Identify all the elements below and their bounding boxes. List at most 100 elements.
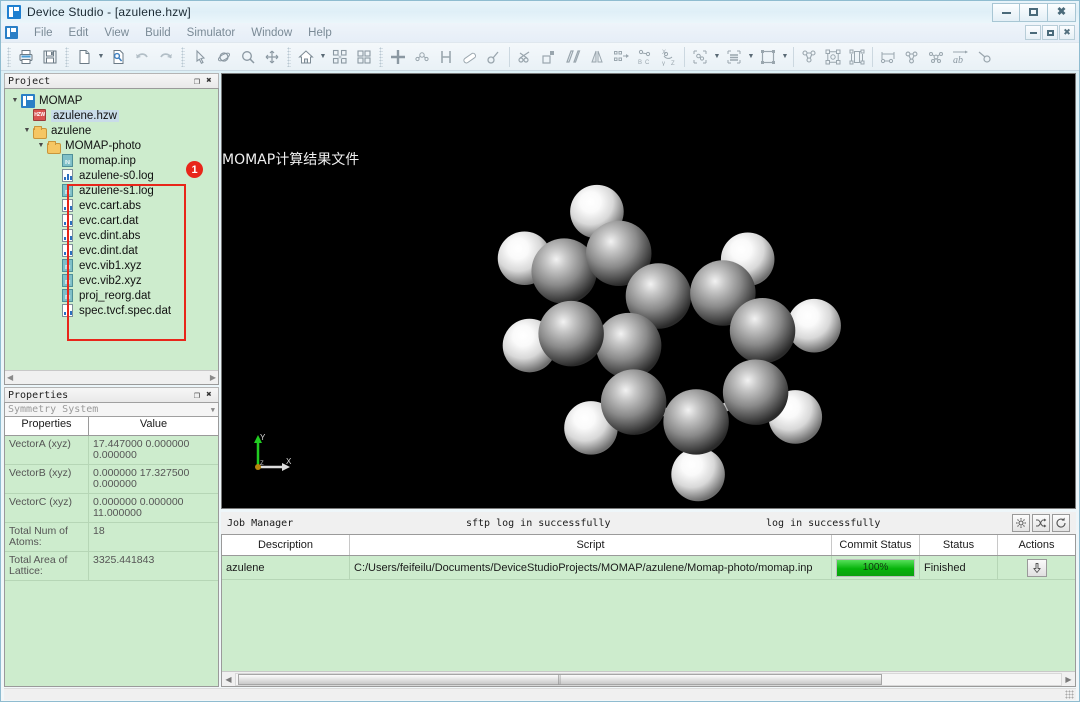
menu-item-edit[interactable]: Edit [61,25,97,41]
tree-item-proj-reorg-dat[interactable]: INI proj_reorg.dat [9,288,218,303]
scroll-right-arrow-icon[interactable]: ▶ [1062,675,1075,684]
scroll-left-arrow-icon[interactable]: ◀ [222,675,235,684]
table-row[interactable]: VectorA (xyz) 17.447000 0.000000 0.00000… [5,436,218,465]
symmetry-system-select[interactable]: Symmetry System ▼ [4,402,219,417]
hscrollbar-track[interactable]: ║ [235,673,1062,686]
shuffle-icon[interactable] [1032,514,1050,532]
float-panel-icon[interactable]: ❐ [191,75,203,87]
bond-length-icon[interactable] [972,45,996,69]
measure-torsion-icon[interactable] [924,45,948,69]
settings-gear-icon[interactable] [1012,514,1030,532]
chevron-down-icon[interactable]: ▼ [211,406,215,414]
toolbar-grip-2[interactable] [65,47,69,67]
hscrollbar-thumb[interactable]: ║ [238,674,882,685]
mdi-restore-button[interactable] [1042,25,1058,40]
chevron-down-icon-2[interactable]: ▼ [318,45,328,69]
label-xyz-icon[interactable]: XyZ [657,45,681,69]
menu-item-build[interactable]: Build [137,25,179,41]
expand-twisty-icon[interactable]: ▼ [21,127,33,134]
chevron-down-icon-4[interactable]: ▼ [746,45,756,69]
scroll-left-arrow-icon[interactable]: ◀ [7,373,13,382]
tree-item-spec-tvcf-spec-dat[interactable]: spec.tvcf.spec.dat [9,303,218,318]
tree-item-evc-vib2-xyz[interactable]: INI evc.vib2.xyz [9,273,218,288]
tree-item-evc-dint-abs[interactable]: evc.dint.abs [9,228,218,243]
float-panel-icon[interactable]: ❐ [191,389,203,401]
expand-twisty-icon[interactable]: ▼ [9,97,21,104]
build-crystal-icon[interactable] [821,45,845,69]
chevron-down-icon[interactable]: ▼ [96,45,106,69]
add-atom-icon[interactable] [386,45,410,69]
tree-item-azulene-folder[interactable]: ▼ azulene [9,123,218,138]
save-icon[interactable] [38,45,62,69]
menu-item-file[interactable]: File [26,25,61,41]
rotate-icon[interactable] [212,45,236,69]
table-row[interactable]: Total Num of Atoms: 18 [5,523,218,552]
tree-item-momap-photo[interactable]: ▼ MOMAP-photo [9,138,218,153]
menu-item-view[interactable]: View [96,25,137,41]
new-document-icon[interactable] [72,45,96,69]
project-tree-hscrollbar[interactable]: ◀ ▶ [5,370,218,384]
bond-tool-icon[interactable] [482,45,506,69]
redo-icon[interactable] [154,45,178,69]
scroll-right-arrow-icon[interactable]: ▶ [210,373,216,382]
zoom-icon[interactable] [236,45,260,69]
measure-distance-icon[interactable] [876,45,900,69]
select-arrow-icon[interactable] [188,45,212,69]
table-row[interactable]: VectorB (xyz) 0.000000 17.327500 0.00000… [5,465,218,494]
open-document-icon[interactable] [106,45,130,69]
printer-icon[interactable] [14,45,38,69]
vector-ab-icon[interactable]: ab [948,45,972,69]
table-row[interactable]: azulene C:/Users/feifeilu/Documents/Devi… [222,556,1075,580]
molecule-render[interactable] [222,74,1075,508]
menu-item-window[interactable]: Window [243,25,300,41]
list-style-icon[interactable] [722,45,746,69]
toolbar-grip[interactable] [7,47,11,67]
download-icon[interactable] [1027,559,1047,577]
mirror-icon[interactable] [585,45,609,69]
add-molecule-icon[interactable] [410,45,434,69]
fit-selection-icon[interactable] [328,45,352,69]
tree-item-azulene-hzw[interactable]: HZW azulene.hzw [9,108,218,123]
tree-item-evc-cart-dat[interactable]: evc.cart.dat [9,213,218,228]
table-row[interactable]: Total Area of Lattice: 3325.441843 [5,552,218,581]
table-row[interactable]: VectorC (xyz) 0.000000 0.000000 11.00000… [5,494,218,523]
molecule-viewport[interactable]: MOMAP计算结果文件 Y X Z [221,73,1076,509]
refresh-icon[interactable] [1052,514,1070,532]
chevron-down-icon-3[interactable]: ▼ [712,45,722,69]
lattice-style-icon[interactable] [756,45,780,69]
tree-item-evc-dint-dat[interactable]: evc.dint.dat [9,243,218,258]
translate-icon[interactable] [609,45,633,69]
mdi-close-button[interactable]: ✖ [1059,25,1075,40]
resize-grip[interactable] [1065,690,1074,699]
tree-item-azulene-s1-log[interactable]: INI azulene-s1.log [9,183,218,198]
job-table-hscrollbar[interactable]: ◀ ║ ▶ [222,671,1075,686]
toolbar-grip-5[interactable] [379,47,383,67]
window-minimize-button[interactable] [992,3,1020,22]
menu-item-simulator[interactable]: Simulator [179,25,244,41]
cut-bond-icon[interactable] [513,45,537,69]
supercell-icon[interactable] [797,45,821,69]
tree-item-momap[interactable]: ▼ MOMAP [9,93,218,108]
tree-item-evc-vib1-xyz[interactable]: INI evc.vib1.xyz [9,258,218,273]
label-abc-icon[interactable]: BC [633,45,657,69]
expand-twisty-icon[interactable]: ▼ [35,142,47,149]
eraser-icon[interactable] [458,45,482,69]
chevron-down-icon-5[interactable]: ▼ [780,45,790,69]
add-hydrogen-icon[interactable] [434,45,458,69]
measure-slab-icon[interactable] [561,45,585,69]
measure-angle-icon[interactable] [900,45,924,69]
close-panel-icon[interactable]: ✖ [203,75,215,87]
home-view-icon[interactable] [294,45,318,69]
fit-all-icon[interactable] [352,45,376,69]
crop-icon[interactable] [537,45,561,69]
window-close-button[interactable]: ✖ [1048,3,1076,22]
project-tree[interactable]: ▼ MOMAP HZW azulene.hzw ▼ [5,89,218,370]
menu-item-help[interactable]: Help [300,25,340,41]
mdi-minimize-button[interactable] [1025,25,1041,40]
build-slab-icon[interactable] [845,45,869,69]
undo-icon[interactable] [130,45,154,69]
tree-item-evc-cart-abs[interactable]: evc.cart.abs [9,198,218,213]
toolbar-grip-4[interactable] [287,47,291,67]
window-maximize-button[interactable] [1020,3,1048,22]
toolbar-grip-3[interactable] [181,47,185,67]
